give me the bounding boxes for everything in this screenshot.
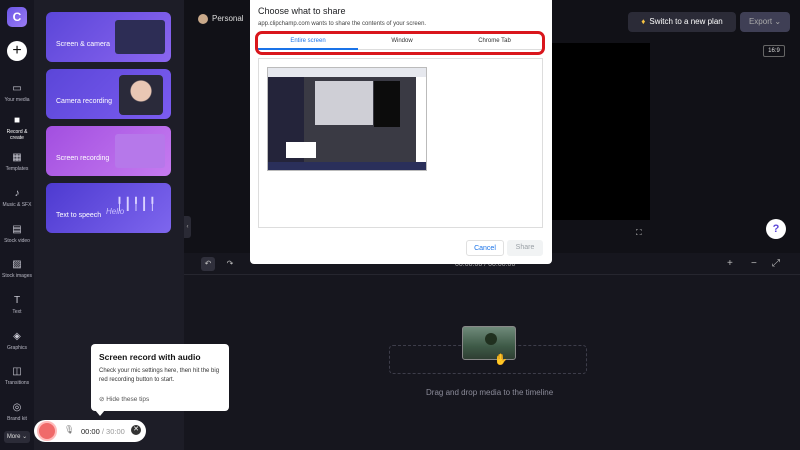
entire-screen-thumbnail[interactable] xyxy=(267,67,427,171)
rail-item-music-sfx[interactable]: ♪ Music & SFX xyxy=(0,188,34,208)
screen-recording-card[interactable]: Screen recording xyxy=(46,126,171,176)
brand-kit-icon: ◎ xyxy=(12,402,22,413)
fit-timeline-button[interactable]: ⤢ xyxy=(772,258,780,269)
record-button[interactable] xyxy=(37,421,57,441)
rail-item-your-media[interactable]: ▭ Your media xyxy=(0,83,34,103)
recorder-bar: 🎙 00:00 / 30:00 ✕ xyxy=(34,420,146,442)
tip-body: Check your mic settings here, then hit t… xyxy=(99,368,220,383)
rail-item-text[interactable]: T Text xyxy=(0,295,34,315)
more-button[interactable]: More ⌄ xyxy=(4,431,30,443)
text-to-speech-card[interactable]: Hello ╿┃╿┃╿ Text to speech xyxy=(46,183,171,233)
video-preview xyxy=(548,43,650,220)
share-button[interactable]: Share xyxy=(507,240,543,256)
screen-camera-card[interactable]: Screen & camera xyxy=(46,12,171,62)
shapes-icon: ◈ xyxy=(13,331,21,342)
redo-button[interactable]: ↷ xyxy=(223,257,237,271)
transitions-icon: ◫ xyxy=(12,366,22,377)
collapse-panel-button[interactable]: ‹ xyxy=(184,216,191,238)
recording-timer: 00:00 / 30:00 xyxy=(81,427,125,436)
highlight-outline xyxy=(255,31,545,55)
tip-title: Screen record with audio xyxy=(99,352,201,362)
tip-popup: Screen record with audio Check your mic … xyxy=(91,344,229,411)
zoom-in-button[interactable]: + xyxy=(727,258,733,269)
rail-item-record-create[interactable]: ■ Record & create xyxy=(0,115,34,141)
help-button[interactable]: ? xyxy=(766,219,786,239)
rail-item-brand-kit[interactable]: ◎ Brand kit xyxy=(0,402,34,422)
dialog-subtitle: app.clipchamp.com wants to share the con… xyxy=(258,21,427,27)
camera-recording-card[interactable]: Camera recording xyxy=(46,69,171,119)
templates-icon: ▦ xyxy=(12,152,22,163)
rail-item-stock-images[interactable]: ▨ Stock images xyxy=(0,259,34,279)
folder-icon: ▭ xyxy=(12,83,22,94)
camera-icon: ■ xyxy=(13,115,21,126)
tree-image xyxy=(485,333,497,345)
close-recorder-icon[interactable]: ✕ xyxy=(131,425,141,435)
camera-person-thumbnail xyxy=(119,75,163,115)
microphone-icon[interactable]: 🎙 xyxy=(64,425,74,434)
rail-item-stock-video[interactable]: ▤ Stock video xyxy=(0,224,34,244)
rail-item-graphics[interactable]: ◈ Graphics xyxy=(0,331,34,351)
hide-tips-link[interactable]: ⊘ Hide these tips xyxy=(99,395,149,403)
undo-button[interactable]: ↶ xyxy=(201,257,215,271)
music-note-icon: ♪ xyxy=(14,188,20,199)
dialog-title: Choose what to share xyxy=(258,6,346,16)
fullscreen-icon[interactable]: ⛶ xyxy=(636,228,642,238)
switch-plan-button[interactable]: ♦ Switch to a new plan xyxy=(628,12,736,32)
sound-wave-icon: ╿┃╿┃╿ xyxy=(115,197,157,211)
left-rail: C + ▭ Your media ■ Record & create ▦ Tem… xyxy=(0,0,34,450)
rail-item-transitions[interactable]: ◫ Transitions xyxy=(0,366,34,386)
zoom-out-button[interactable]: − xyxy=(751,258,757,269)
text-icon: T xyxy=(13,295,21,306)
clipchamp-logo[interactable]: C xyxy=(7,7,27,27)
film-icon: ▤ xyxy=(12,224,22,235)
cancel-button[interactable]: Cancel xyxy=(466,240,504,256)
hand-cursor-icon: ✋ xyxy=(494,354,508,366)
rail-item-templates[interactable]: ▦ Templates xyxy=(0,152,34,172)
screen-camera-thumbnail xyxy=(115,20,165,54)
dropzone-label: Drag and drop media to the timeline xyxy=(426,388,554,397)
tip-arrow xyxy=(95,410,105,416)
image-icon: ▨ xyxy=(12,259,22,270)
avatar xyxy=(198,14,208,24)
diamond-icon: ♦ xyxy=(641,17,646,26)
workspace-selector[interactable]: Personal xyxy=(198,14,244,24)
screen-recording-thumbnail xyxy=(115,134,165,168)
export-button[interactable]: Export ⌄ xyxy=(740,12,790,32)
add-media-button[interactable]: + xyxy=(7,41,27,61)
aspect-ratio-button[interactable]: 16:9 xyxy=(763,45,785,57)
